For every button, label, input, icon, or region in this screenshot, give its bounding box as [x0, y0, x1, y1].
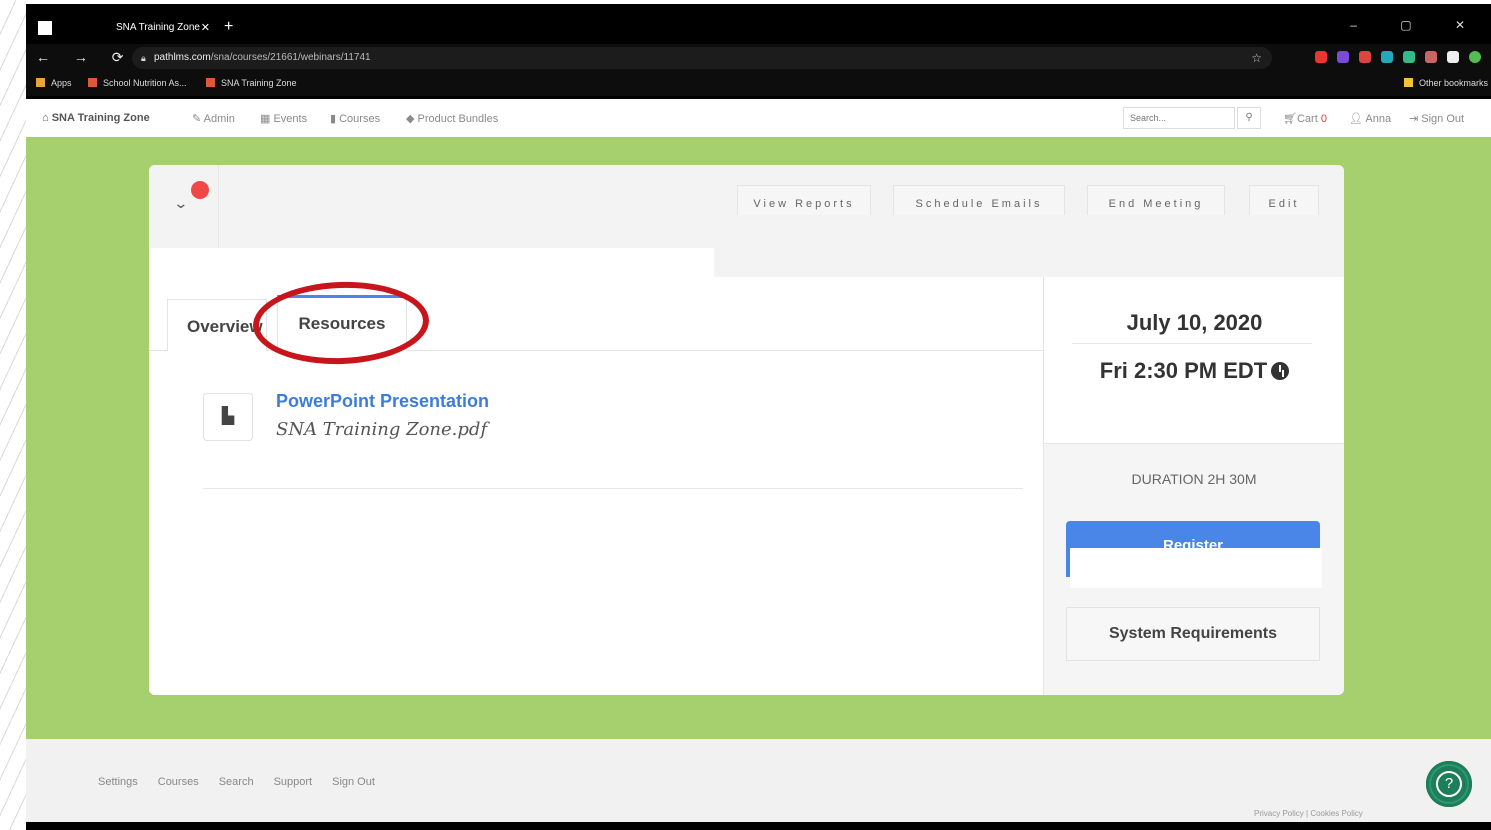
card-toolbar-toggle[interactable]: ⌄: [149, 165, 219, 248]
schedule-sidebar: July 10, 2020 Fri 2:30 PM EDT DURATION 2…: [1043, 277, 1344, 695]
search-input[interactable]: [1123, 107, 1235, 129]
help-button[interactable]: ?: [1426, 761, 1472, 807]
bookmarks-bar: Apps School Nutrition As... SNA Training…: [26, 72, 1491, 96]
nav-admin[interactable]: ✎ Admin: [192, 112, 235, 125]
schedule-emails-button[interactable]: Schedule Emails: [893, 185, 1065, 215]
edit-button[interactable]: Edit: [1249, 185, 1319, 215]
nav-signout[interactable]: ⇥ Sign Out: [1409, 112, 1464, 125]
extension-icon[interactable]: [1315, 51, 1327, 63]
cart-count-badge: 0: [1320, 113, 1327, 125]
webinar-card: ⌄ View Reports Schedule Emails End Meeti…: [149, 165, 1344, 695]
chevron-down-icon[interactable]: ⌄: [173, 195, 188, 212]
end-meeting-button[interactable]: End Meeting: [1087, 185, 1225, 215]
clock-icon: [1271, 362, 1290, 380]
system-requirements-button[interactable]: System Requirements: [1066, 607, 1320, 661]
card-toolbar: ⌄ View Reports Schedule Emails End Meeti…: [149, 165, 1344, 248]
other-bookmarks[interactable]: Other bookmarks: [1404, 78, 1488, 88]
nav-user[interactable]: 👤︎ Anna: [1349, 112, 1391, 125]
resource-divider: [203, 488, 1023, 489]
bookmark-school-nutrition[interactable]: School Nutrition As...: [88, 78, 187, 88]
nav-events[interactable]: ▦ Events: [260, 112, 307, 125]
bookmark-favicon-icon: [206, 78, 215, 87]
site-footer: Settings Courses Search Support Sign Out…: [26, 739, 1491, 822]
footer-search-link[interactable]: Search: [219, 776, 254, 788]
nav-product-bundles[interactable]: ◆ Product Bundles: [406, 112, 498, 125]
footer-courses-link[interactable]: Courses: [158, 776, 199, 788]
resources-pane: Overview Resources ▙ PowerPoint Presenta…: [149, 277, 1043, 695]
file-icon: ▙: [203, 393, 253, 441]
extension-icon[interactable]: [1403, 51, 1415, 63]
resource-filename: SNA Training Zone.pdf: [276, 419, 488, 440]
address-bar[interactable]: 🔒︎ pathlms.com/sna/courses/21661/webinar…: [132, 47, 1272, 69]
tab-overview[interactable]: Overview: [167, 299, 267, 351]
window-controls[interactable]: – ▢ ✕: [1350, 18, 1485, 32]
window-icon: [38, 21, 52, 35]
content-background: ⌄ View Reports Schedule Emails End Meeti…: [26, 137, 1491, 739]
footer-signout-link[interactable]: Sign Out: [332, 776, 375, 788]
webinar-time: Fri 2:30 PM EDT: [1099, 358, 1268, 383]
bookmark-favicon-icon: [88, 78, 97, 87]
search-icon: ⚲: [1245, 112, 1253, 123]
nav-cart[interactable]: 🛒︎Cart 0: [1283, 112, 1327, 125]
bookmark-sna-training-zone[interactable]: SNA Training Zone: [206, 78, 297, 88]
footer-legal[interactable]: Privacy Policy | Cookies Policy: [1254, 809, 1363, 818]
book-icon: ▮: [330, 113, 340, 125]
extension-icon[interactable]: [1381, 51, 1393, 63]
cart-icon: 🛒︎: [1283, 113, 1297, 125]
signout-icon: ⇥: [1409, 113, 1422, 125]
lock-icon: 🔒︎: [141, 53, 146, 63]
extension-icon[interactable]: [1425, 51, 1437, 63]
profile-avatar[interactable]: [1469, 51, 1481, 63]
tab-bar: SNA Training Zone ✕ + – ▢ ✕: [26, 4, 1491, 44]
brand-link[interactable]: ⌂ SNA Training Zone: [42, 112, 150, 124]
close-tab-icon[interactable]: ✕: [201, 16, 210, 40]
tab-title: SNA Training Zone: [116, 22, 200, 33]
wrench-icon: ✎: [192, 113, 204, 125]
home-icon: ⌂: [42, 112, 52, 124]
help-icon: ?: [1436, 770, 1462, 797]
site-navbar: ⌂ SNA Training Zone ✎ Admin ▦ Events ▮ C…: [26, 99, 1491, 137]
new-tab-button[interactable]: +: [224, 18, 233, 36]
toolbar-spacer: [149, 248, 714, 277]
search-button[interactable]: ⚲: [1237, 107, 1261, 129]
date-divider: [1072, 343, 1312, 344]
view-reports-button[interactable]: View Reports: [737, 185, 871, 215]
calendar-icon: ▦: [260, 113, 274, 125]
webinar-duration: DURATION 2H 30M: [1131, 471, 1257, 487]
extension-icon[interactable]: [1337, 51, 1349, 63]
footer-support-link[interactable]: Support: [274, 776, 313, 788]
url-path: /sna/courses/21661/webinars/11741: [210, 52, 371, 63]
bookmark-apps[interactable]: Apps: [36, 78, 72, 88]
webinar-date: July 10, 2020: [1126, 310, 1263, 335]
browser-tab[interactable]: SNA Training Zone ✕: [106, 16, 216, 44]
footer-links: Settings Courses Search Support Sign Out: [98, 776, 375, 788]
extension-icon[interactable]: [1359, 51, 1371, 63]
left-hatch-decoration: [0, 0, 26, 830]
apps-grid-icon: [36, 78, 45, 87]
notification-dot: [191, 181, 209, 199]
nav-courses[interactable]: ▮ Courses: [330, 112, 380, 125]
register-overlay: [1070, 548, 1322, 588]
extensions-bar: [1315, 51, 1481, 63]
browser-window: SNA Training Zone ✕ + – ▢ ✕ ← → ⟳ ⌂ 🔒︎ p…: [26, 4, 1491, 830]
tag-icon: ◆: [406, 113, 418, 125]
address-row: ← → ⟳ ⌂ 🔒︎ pathlms.com/sna/courses/21661…: [26, 44, 1491, 72]
annotation-circle: [251, 278, 431, 368]
footer-settings-link[interactable]: Settings: [98, 776, 138, 788]
date-box: July 10, 2020 Fri 2:30 PM EDT: [1044, 277, 1344, 444]
user-icon: 👤︎: [1349, 113, 1366, 125]
url-domain: pathlms.com: [154, 52, 211, 63]
toolbar-spacer-grey: [714, 248, 1344, 277]
webinar-time-row: Fri 2:30 PM EDT: [1044, 358, 1344, 384]
extension-icon[interactable]: [1447, 51, 1459, 63]
resource-title-link[interactable]: PowerPoint Presentation: [276, 391, 489, 412]
folder-icon: [1404, 78, 1413, 87]
bookmark-star-icon[interactable]: ☆: [1251, 47, 1262, 69]
